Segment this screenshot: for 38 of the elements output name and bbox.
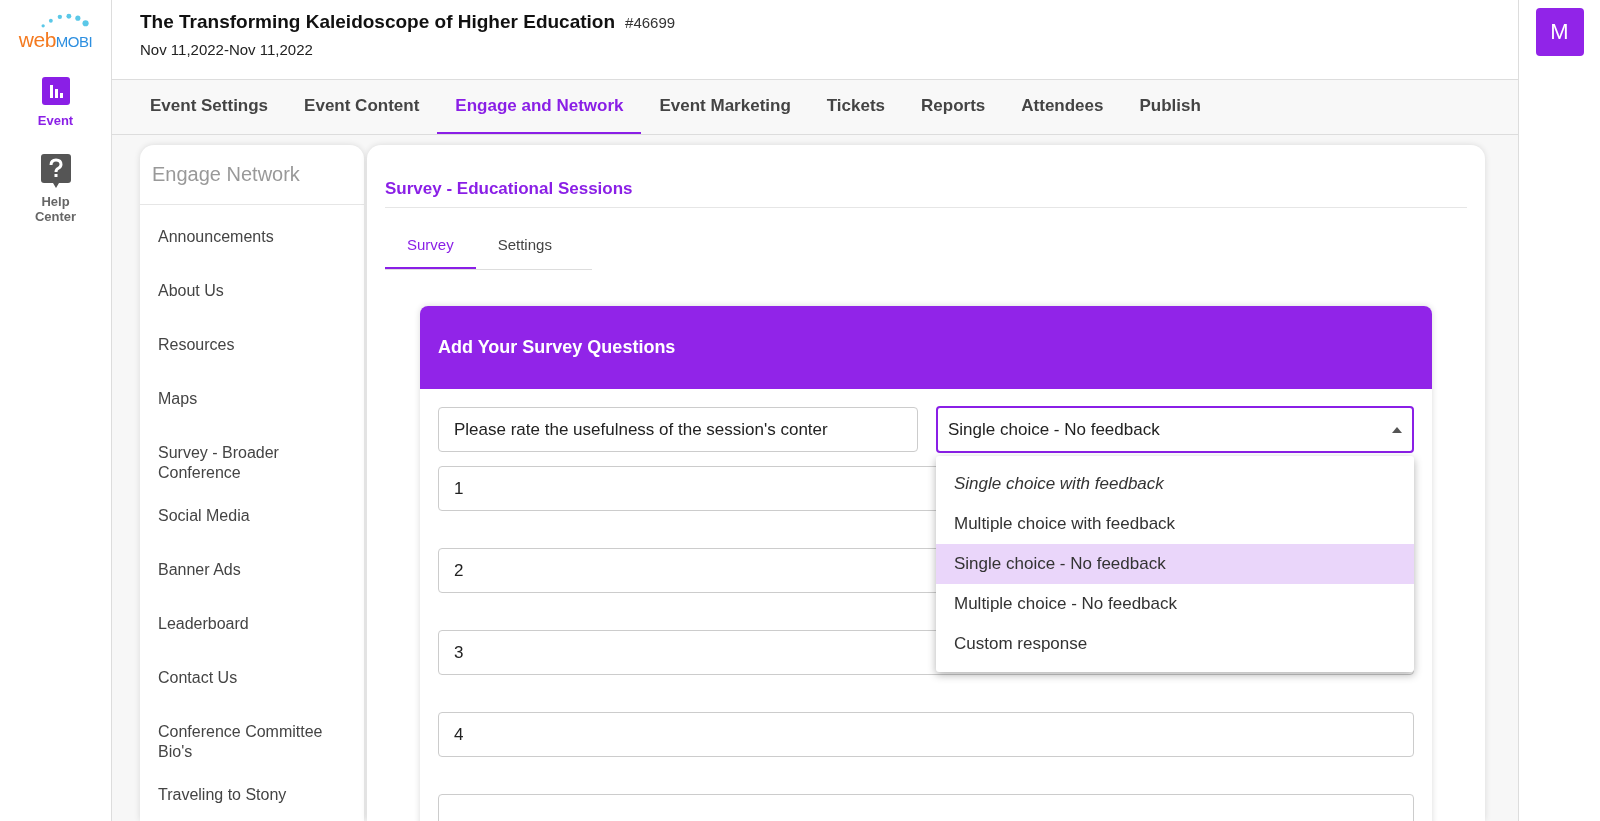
sidebar-item[interactable]: Maps — [140, 389, 364, 420]
tab[interactable]: Event Marketing — [641, 80, 809, 134]
tab[interactable]: Event Settings — [132, 80, 287, 134]
sidebar-item[interactable]: Survey - Broader Conference — [140, 443, 364, 483]
answer-field[interactable]: 4 — [438, 712, 1414, 757]
tab[interactable]: Event Content — [286, 80, 438, 134]
nav-item[interactable]: Event — [22, 77, 89, 128]
menu-item[interactable]: Single choice with feedback — [936, 464, 1414, 504]
card-header: Add Your Survey Questions — [420, 306, 1432, 389]
tab[interactable]: Settings — [475, 222, 574, 269]
event-title: The Transforming Kaleidoscope of Higher Education — [140, 11, 616, 33]
tab[interactable]: Attendees — [1003, 80, 1122, 134]
sidebar-item[interactable]: Banner Ads — [140, 560, 364, 591]
question-field[interactable]: Please rate the usefulness of the session's conter — [438, 407, 918, 452]
sidebar-item[interactable]: Conference Committee Bio's — [140, 722, 364, 762]
logo: webMOBI — [15, 13, 96, 51]
sidebar-item[interactable]: Traveling to Stony — [140, 785, 364, 816]
panel-title: Engage Network — [140, 145, 364, 205]
sidebar-item[interactable]: Leaderboard — [140, 614, 364, 645]
nav-item[interactable]: Help Center — [22, 154, 89, 224]
avatar[interactable]: M — [1535, 8, 1584, 56]
tab[interactable]: Survey — [385, 222, 476, 269]
sidebar-item[interactable]: Contact Us — [140, 668, 364, 699]
type-dropdown[interactable]: Single choice - No feedback — [936, 406, 1414, 453]
section-title: Survey - Educational Sessions — [385, 179, 1467, 208]
tab[interactable]: Publish — [1121, 80, 1219, 134]
tab[interactable]: Tickets — [808, 80, 904, 134]
tab[interactable]: Reports — [903, 80, 1004, 134]
sidebar-item[interactable]: Social Media — [140, 506, 364, 537]
help-icon — [40, 154, 71, 188]
bar-chart-icon — [41, 77, 70, 105]
event-id: #46699 — [625, 14, 676, 31]
event-dates: Nov 11,2022-Nov 11,2022 — [140, 41, 314, 58]
sidebar-item[interactable]: About Us — [140, 281, 364, 312]
caret-icon — [1392, 426, 1402, 433]
sidebar-item[interactable]: Announcements — [140, 227, 364, 258]
menu-item[interactable]: Single choice - No feedback — [936, 544, 1414, 584]
sidebar-item[interactable]: Resources — [140, 335, 364, 366]
